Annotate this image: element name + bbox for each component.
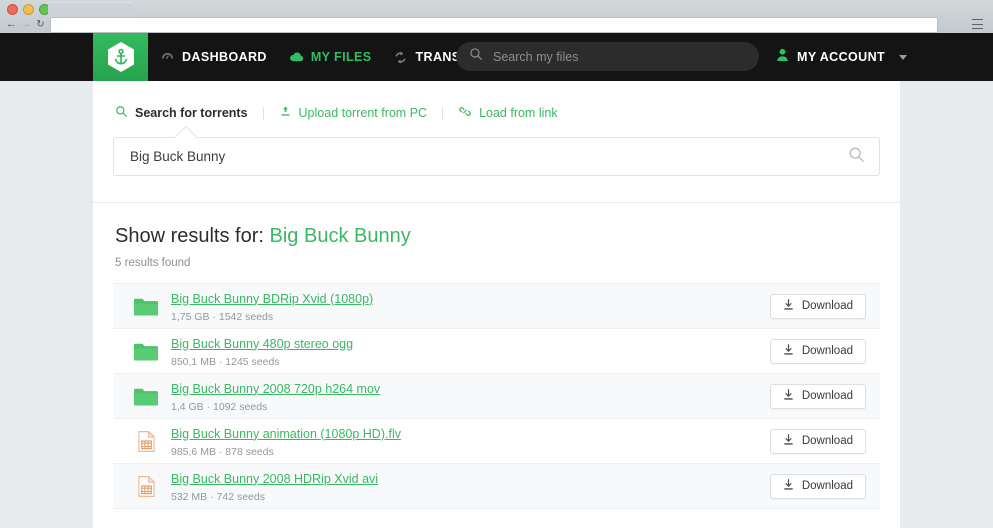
download-button[interactable]: Download	[769, 383, 866, 409]
result-link[interactable]: Big Buck Bunny 2008 720p h264 mov	[171, 382, 380, 396]
download-button-label: Download	[801, 390, 853, 402]
link-icon	[458, 105, 472, 121]
tab-divider	[442, 106, 444, 120]
speedometer-icon	[160, 50, 175, 65]
result-link[interactable]: Big Buck Bunny 480p stereo ogg	[171, 337, 353, 351]
video-file-icon	[133, 475, 159, 498]
sync-icon	[393, 50, 408, 65]
table-row[interactable]: Big Buck Bunny animation (1080p HD).flv …	[113, 419, 880, 464]
download-button-label: Download	[801, 345, 853, 357]
forward-icon[interactable]: →	[20, 18, 33, 31]
result-link[interactable]: Big Buck Bunny BDRip Xvid (1080p)	[171, 292, 373, 306]
result-link[interactable]: Big Buck Bunny animation (1080p HD).flv	[171, 427, 401, 441]
tab-label-upload-torrent-from-pc: Upload torrent from PC	[298, 106, 428, 120]
app-window: DASHBOARD MY FILES TRANSFERS	[0, 33, 993, 528]
nav-label-my-files: MY FILES	[310, 50, 372, 64]
result-info: Big Buck Bunny 2008 HDRip Xvid avi 532 M…	[171, 470, 770, 503]
tab-search-for-torrents[interactable]: Search for torrents	[115, 105, 248, 121]
results-query: Big Buck Bunny	[269, 225, 411, 247]
result-info: Big Buck Bunny BDRip Xvid (1080p) 1,75 G…	[171, 290, 770, 323]
download-icon	[783, 478, 794, 494]
search-icon	[469, 47, 483, 66]
my-account-menu[interactable]: MY ACCOUNT	[776, 33, 908, 81]
result-meta: 532 MB · 742 seeds	[171, 490, 265, 503]
tab-divider	[262, 106, 264, 120]
table-row[interactable]: Big Buck Bunny BDRip Xvid (1080p) 1,75 G…	[113, 284, 880, 329]
folder-icon	[133, 386, 159, 407]
result-meta: 1,4 GB · 1092 seeds	[171, 400, 268, 413]
upload-icon	[279, 105, 292, 121]
account-label: MY ACCOUNT	[797, 50, 886, 64]
results-count: 5 results found	[115, 257, 191, 269]
site-logo[interactable]	[93, 33, 148, 81]
hamburger-menu-icon[interactable]	[972, 19, 983, 29]
download-button-label: Download	[801, 300, 853, 312]
global-search-box[interactable]	[456, 42, 759, 71]
torrent-search-wrapper	[113, 125, 880, 176]
result-info: Big Buck Bunny 2008 720p h264 mov 1,4 GB…	[171, 380, 770, 413]
result-info: Big Buck Bunny animation (1080p HD).flv …	[171, 425, 770, 458]
browser-chrome: ← → ↻	[0, 0, 993, 34]
cloud-icon	[289, 50, 304, 65]
tab-load-from-link[interactable]: Load from link	[458, 105, 558, 121]
download-icon	[783, 388, 794, 404]
table-row[interactable]: Big Buck Bunny 2008 720p h264 mov 1,4 GB…	[113, 374, 880, 419]
result-meta: 850,1 MB · 1245 seeds	[171, 355, 280, 368]
result-link[interactable]: Big Buck Bunny 2008 HDRip Xvid avi	[171, 472, 378, 486]
nav-label-dashboard: DASHBOARD	[182, 50, 267, 64]
top-navigation-bar: DASHBOARD MY FILES TRANSFERS	[0, 33, 993, 81]
results-heading-prefix: Show results for:	[115, 225, 264, 247]
result-meta: 1,75 GB · 1542 seeds	[171, 310, 274, 323]
table-row[interactable]: Big Buck Bunny 480p stereo ogg 850,1 MB …	[113, 329, 880, 374]
search-icon	[115, 105, 128, 121]
torrent-search-input[interactable]	[128, 148, 848, 165]
download-button-label: Download	[801, 480, 853, 492]
user-icon	[776, 48, 789, 67]
torrent-search-field[interactable]	[113, 137, 880, 176]
browser-nav-row: ← → ↻	[0, 17, 993, 33]
tab-label-load-from-link: Load from link	[479, 106, 558, 120]
tab-label-search-for-torrents: Search for torrents	[135, 106, 248, 120]
search-icon[interactable]	[848, 146, 865, 168]
video-file-icon	[133, 430, 159, 453]
nav-item-my-files[interactable]: MY FILES	[289, 50, 372, 65]
content-panel: Search for torrents Upload torrent from …	[93, 81, 900, 528]
download-button[interactable]: Download	[769, 293, 866, 319]
search-section: Search for torrents Upload torrent from …	[93, 81, 900, 203]
close-window-button[interactable]	[7, 4, 18, 15]
main-nav: DASHBOARD MY FILES TRANSFERS	[160, 33, 495, 81]
result-meta: 985,6 MB · 878 seeds	[171, 445, 274, 458]
window-controls[interactable]	[7, 4, 50, 15]
search-source-tabs: Search for torrents Upload torrent from …	[115, 105, 880, 121]
results-section: Show results for: Big Buck Bunny 5 resul…	[93, 203, 900, 509]
folder-icon	[133, 296, 159, 317]
back-icon[interactable]: ←	[5, 18, 18, 31]
download-button-label: Download	[801, 435, 853, 447]
folder-icon	[133, 341, 159, 362]
download-button[interactable]: Download	[769, 473, 866, 499]
page-title: Show results for: Big Buck Bunny	[115, 225, 880, 248]
browser-tab[interactable]	[48, 2, 134, 17]
results-list: Big Buck Bunny BDRip Xvid (1080p) 1,75 G…	[113, 283, 880, 509]
anchor-hexagon-icon	[107, 42, 134, 72]
url-bar[interactable]	[50, 17, 938, 33]
result-info: Big Buck Bunny 480p stereo ogg 850,1 MB …	[171, 335, 770, 368]
table-row[interactable]: Big Buck Bunny 2008 HDRip Xvid avi 532 M…	[113, 464, 880, 509]
minimize-window-button[interactable]	[23, 4, 34, 15]
reload-icon[interactable]: ↻	[34, 18, 47, 31]
download-icon	[783, 298, 794, 314]
download-button[interactable]: Download	[769, 428, 866, 454]
nav-item-dashboard[interactable]: DASHBOARD	[160, 50, 267, 65]
global-search-input[interactable]	[491, 48, 746, 65]
chevron-down-icon	[899, 54, 908, 60]
download-icon	[783, 433, 794, 449]
download-icon	[783, 343, 794, 359]
tab-upload-torrent-from-pc[interactable]: Upload torrent from PC	[279, 105, 428, 121]
download-button[interactable]: Download	[769, 338, 866, 364]
